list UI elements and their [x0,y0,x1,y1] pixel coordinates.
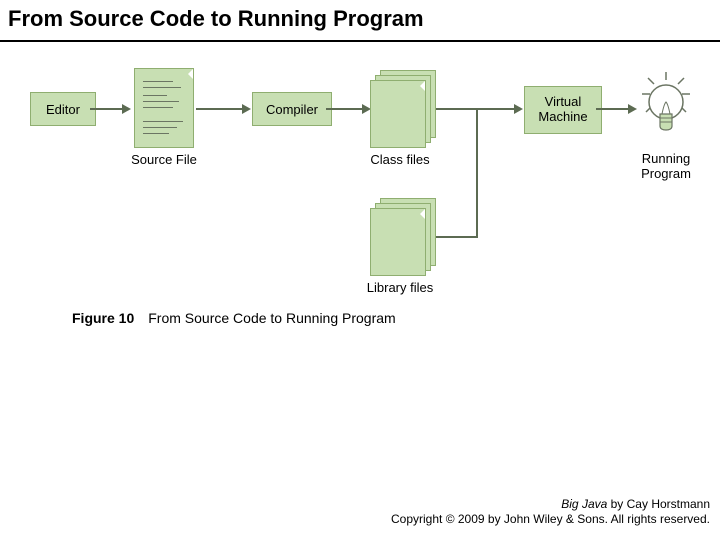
footer-book-title: Big Java [561,497,607,511]
slide-title: From Source Code to Running Program [8,6,424,32]
arrowhead-editor-source [122,104,131,114]
source-file-label: Source File [124,152,204,167]
figure-caption-text: From Source Code to Running Program [148,310,395,326]
library-files-label: Library files [354,280,446,295]
node-editor: Editor [30,92,96,126]
footer-line2: Copyright © 2009 by John Wiley & Sons. A… [391,512,710,528]
conn-join-v [476,108,478,238]
flow-diagram: Editor Source File Compiler [0,60,720,320]
footer: Big Java by Cay Horstmann Copyright © 20… [391,497,710,528]
arrow-source-compiler [196,108,244,110]
conn-class-h [436,108,476,110]
title-rule [0,40,720,42]
class-files-label: Class files [358,152,442,167]
arrowhead-to-vm [514,104,523,114]
library-file-front [370,208,426,276]
node-editor-label: Editor [46,102,80,117]
node-virtual-machine: Virtual Machine [524,86,602,134]
figure-caption-prefix: Figure 10 [72,310,134,326]
running-program-label: Running Program [626,152,706,182]
class-file-front [370,80,426,148]
conn-lib-h [436,236,476,238]
source-file-icon [134,68,194,148]
footer-author: by Cay Horstmann [607,497,710,511]
arrowhead-source-compiler [242,104,251,114]
node-compiler-label: Compiler [266,102,318,117]
figure-caption: Figure 10 From Source Code to Running Pro… [72,310,396,326]
arrow-vm-run [596,108,630,110]
conn-to-vm [476,108,516,110]
node-virtual-machine-label: Virtual Machine [538,95,587,125]
footer-line1: Big Java by Cay Horstmann [391,497,710,513]
lightbulb-icon [636,70,696,146]
arrow-compiler-class [326,108,364,110]
arrow-editor-source [90,108,124,110]
node-compiler: Compiler [252,92,332,126]
slide: From Source Code to Running Program Edit… [0,0,720,540]
